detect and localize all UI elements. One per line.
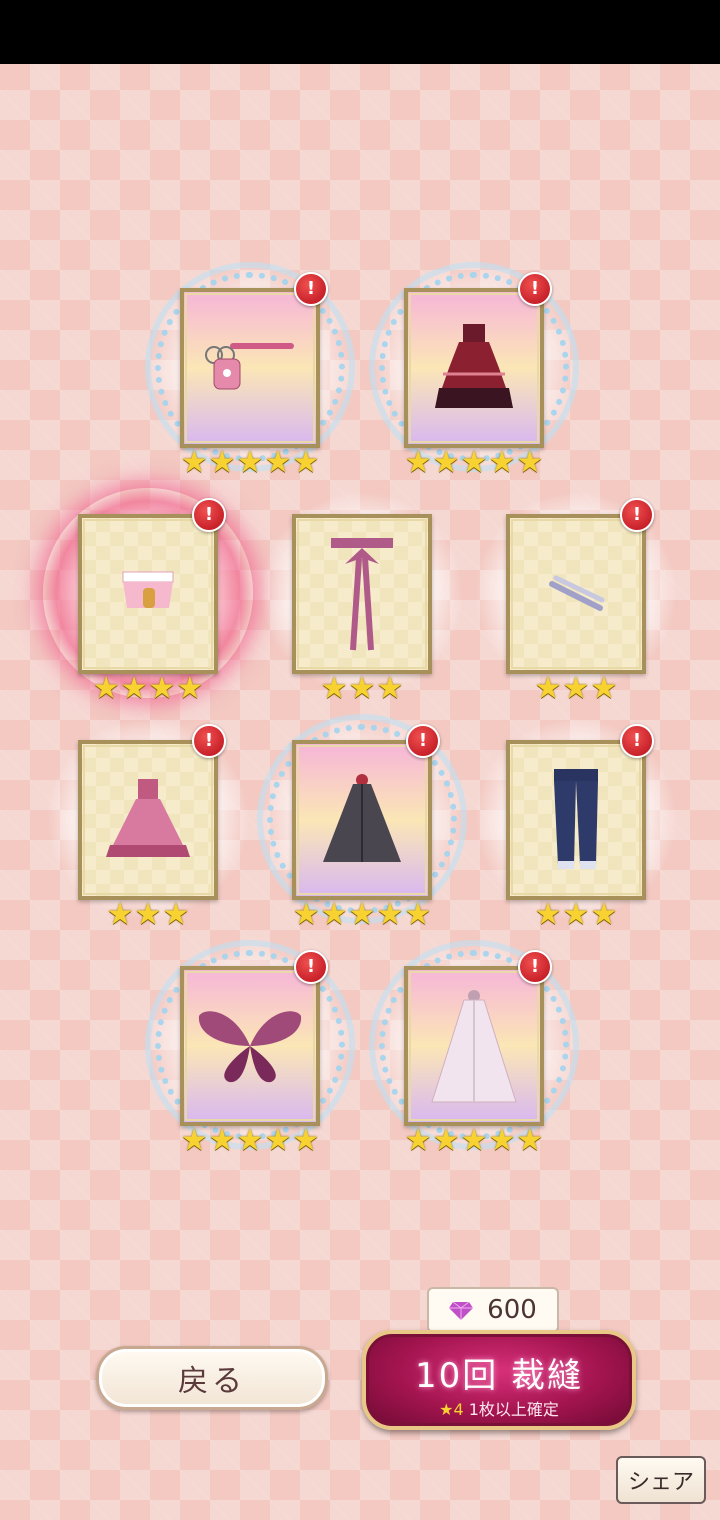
cost-value: 600 [487, 1295, 537, 1325]
item-card-5[interactable]: ! ★ ★ ★ [471, 488, 681, 704]
butterfly-wings-icon [198, 1011, 302, 1083]
rarity-stars: ★ ★ ★ [320, 671, 404, 706]
new-badge: ! [192, 498, 226, 532]
rarity-stars: ★ ★ ★ ★ ★ [180, 445, 320, 480]
share-button[interactable]: シェア [616, 1456, 706, 1504]
bridal-veil-icon [431, 990, 517, 1103]
cost-tag: 600 [427, 1287, 559, 1343]
back-button[interactable]: 戻る [96, 1346, 328, 1410]
new-badge: ! [620, 498, 654, 532]
ribbon-sash-icon [331, 538, 393, 651]
rarity-stars: ★ ★ ★ [534, 897, 618, 932]
new-badge: ! [192, 724, 226, 758]
new-badge: ! [518, 272, 552, 306]
item-frame [78, 514, 218, 674]
item-card-3[interactable]: ! ★ ★ ★ ★ [43, 488, 253, 704]
item-frame [506, 740, 646, 900]
guarantee-star: ★4 [439, 1400, 464, 1419]
status-bar [0, 0, 720, 64]
item-frame [404, 966, 544, 1126]
lace-cuffs-icon [122, 571, 174, 608]
new-badge: ! [294, 950, 328, 984]
denim-pants-icon [554, 769, 598, 869]
gothic-dress-icon [435, 324, 513, 408]
item-card-1[interactable]: ! ★ ★ ★ ★ ★ [145, 262, 355, 478]
silver-bracelets-icon [549, 575, 605, 611]
item-card-8[interactable]: ! ★ ★ ★ [471, 714, 681, 930]
new-badge: ! [294, 272, 328, 306]
pink-gown-icon [106, 779, 190, 857]
item-card-9[interactable]: ! ★ ★ ★ ★ ★ [145, 940, 355, 1156]
pink-bag-icon [205, 343, 294, 390]
rarity-stars: ★ ★ ★ ★ [92, 671, 204, 706]
diamond-gem-icon [449, 1301, 474, 1320]
new-badge: ! [518, 950, 552, 984]
back-button-label: 戻る [178, 1364, 246, 1399]
item-card-6[interactable]: ! ★ ★ ★ [43, 714, 253, 930]
item-frame [180, 966, 320, 1126]
sew-guarantee-text: ★4 1枚以上確定 [366, 1396, 632, 1420]
rarity-stars: ★ ★ ★ [534, 671, 618, 706]
sew-button-label: 10回 裁縫 [414, 1356, 584, 1396]
rarity-stars: ★ ★ ★ ★ ★ [292, 897, 432, 932]
item-frame [78, 740, 218, 900]
item-frame [180, 288, 320, 448]
new-badge: ! [406, 724, 440, 758]
item-frame [404, 288, 544, 448]
item-frame [292, 514, 432, 674]
rarity-stars: ★ ★ ★ ★ ★ [180, 1123, 320, 1158]
dark-cape-icon [323, 774, 401, 862]
rarity-stars: ★ ★ ★ ★ ★ [404, 1123, 544, 1158]
item-card-2[interactable]: ! ★ ★ ★ ★ ★ [369, 262, 579, 478]
item-card-7[interactable]: ! ★ ★ ★ ★ ★ [257, 714, 467, 930]
guarantee-label: 1枚以上確定 [468, 1400, 559, 1419]
rarity-stars: ★ ★ ★ ★ ★ [404, 445, 544, 480]
share-button-label: シェア [627, 1470, 694, 1495]
item-frame [292, 740, 432, 900]
item-card-4[interactable]: ★ ★ ★ [257, 488, 467, 704]
new-badge: ! [620, 724, 654, 758]
item-card-10[interactable]: ! ★ ★ ★ ★ ★ [369, 940, 579, 1156]
item-frame [506, 514, 646, 674]
rarity-stars: ★ ★ ★ [106, 897, 190, 932]
sew-10-times-button[interactable]: 10回 裁縫 ★4 1枚以上確定 [362, 1330, 636, 1430]
